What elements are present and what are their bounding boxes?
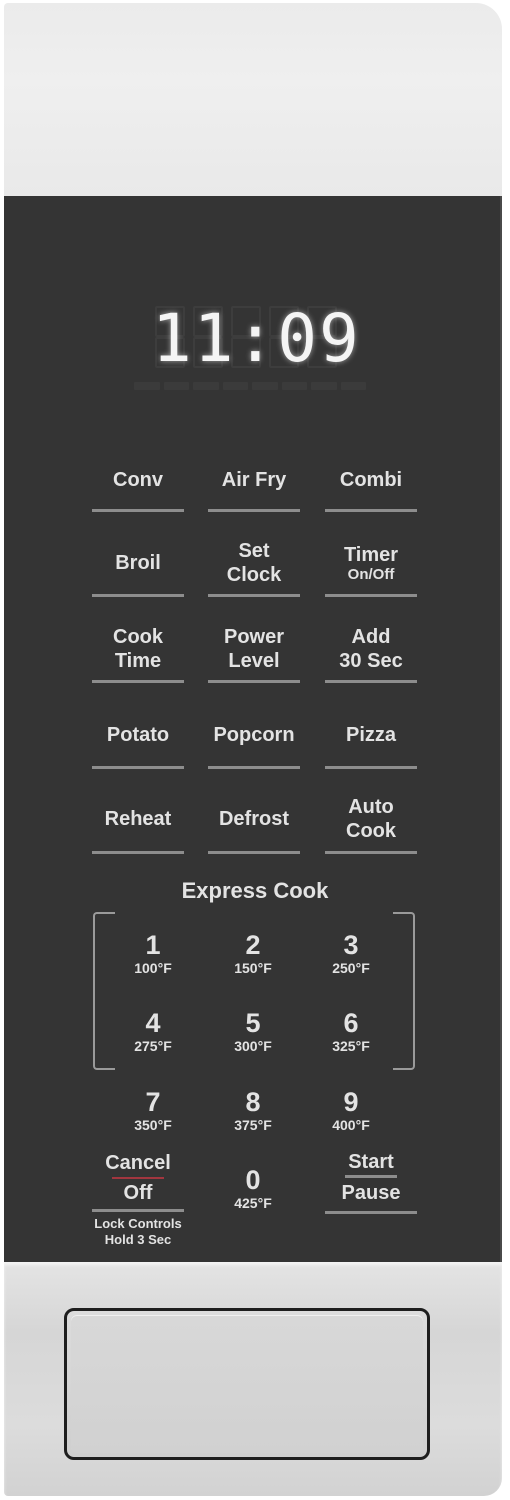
button-underline xyxy=(208,766,300,769)
button-underline xyxy=(208,851,300,854)
door-open-button[interactable] xyxy=(64,1308,430,1460)
indicator xyxy=(222,382,248,390)
cancel-off-button[interactable]: Cancel Off Lock Controls Hold 3 Sec xyxy=(92,1151,184,1248)
microwave-control-panel xyxy=(4,3,502,1496)
lock-hint-line1: Lock Controls xyxy=(94,1216,182,1231)
key-temperature: 300°F xyxy=(234,1038,272,1054)
button-label: Defrost xyxy=(218,808,289,830)
number-key-3[interactable]: 3 250°F xyxy=(306,930,396,976)
button-underline xyxy=(92,594,184,597)
button-underline xyxy=(208,594,300,597)
start-label: Start xyxy=(348,1151,394,1173)
pause-label: Pause xyxy=(341,1182,401,1204)
key-number: 1 xyxy=(145,930,161,960)
button-underline xyxy=(92,509,184,512)
key-number: 6 xyxy=(343,1008,359,1038)
key-number: 4 xyxy=(145,1008,161,1038)
defrost-button[interactable]: Defrost xyxy=(208,0,300,854)
key-number: 0 xyxy=(245,1165,261,1195)
top-trim xyxy=(4,3,502,196)
button-label: Add 30 Sec xyxy=(339,625,403,672)
indicator xyxy=(134,382,160,390)
button-underline xyxy=(92,766,184,769)
number-key-7[interactable]: 7 350°F xyxy=(108,1087,198,1133)
key-number: 2 xyxy=(245,930,261,960)
indicator xyxy=(163,382,189,390)
key-temperature: 375°F xyxy=(234,1117,272,1133)
number-key-8[interactable]: 8 375°F xyxy=(208,1087,298,1133)
indicator-row xyxy=(134,382,366,390)
indicator xyxy=(252,382,278,390)
button-underline xyxy=(325,1211,417,1214)
button-sublabel: On/Off xyxy=(347,565,395,583)
key-number: 5 xyxy=(245,1008,261,1038)
button-label: Air Fry xyxy=(221,468,287,491)
start-pause-button[interactable]: Start Pause xyxy=(325,1150,417,1214)
key-number: 8 xyxy=(245,1087,261,1117)
key-temperature: 275°F xyxy=(134,1038,172,1054)
key-number: 9 xyxy=(343,1087,359,1117)
key-temperature: 100°F xyxy=(134,960,172,976)
number-key-5[interactable]: 5 300°F xyxy=(208,1008,298,1054)
number-key-2[interactable]: 2 150°F xyxy=(208,930,298,976)
button-underline xyxy=(325,594,417,597)
button-underline xyxy=(92,1209,184,1212)
button-label: Auto Cook xyxy=(346,796,396,842)
button-underline xyxy=(325,509,417,512)
button-underline xyxy=(325,851,417,854)
number-key-6[interactable]: 6 325°F xyxy=(306,1008,396,1054)
bottom-trim xyxy=(4,1262,502,1496)
button-underline xyxy=(325,680,417,683)
clock-time: 11:09 xyxy=(152,300,361,377)
number-key-1[interactable]: 1 100°F xyxy=(108,930,198,976)
button-underline xyxy=(92,680,184,683)
start-divider xyxy=(345,1175,397,1178)
button-label: Set Clock xyxy=(226,540,282,586)
key-temperature: 400°F xyxy=(332,1117,370,1133)
cancel-label: Cancel xyxy=(105,1152,171,1174)
button-label: Pizza xyxy=(345,724,397,746)
button-underline xyxy=(208,509,300,512)
button-label: Conv xyxy=(113,468,163,491)
button-label: Potato xyxy=(106,724,170,746)
key-number: 7 xyxy=(145,1087,161,1117)
button-label: Combi xyxy=(339,468,403,491)
lock-controls-hint: Lock Controls Hold 3 Sec xyxy=(92,1216,184,1248)
number-key-0[interactable]: 0 425°F xyxy=(208,1165,298,1211)
key-temperature: 250°F xyxy=(332,960,370,976)
button-label: Broil xyxy=(115,552,161,574)
button-label: Timer xyxy=(343,543,399,566)
led-display: 11:09 xyxy=(152,300,361,377)
key-temperature: 150°F xyxy=(234,960,272,976)
button-label: Popcorn xyxy=(213,724,295,746)
express-cook-title: Express Cook xyxy=(181,878,329,903)
indicator xyxy=(281,382,307,390)
bracket-right xyxy=(393,912,415,1070)
lock-hint-line2: Hold 3 Sec xyxy=(104,1232,172,1247)
button-underline xyxy=(92,851,184,854)
key-temperature: 350°F xyxy=(134,1117,172,1133)
number-key-4[interactable]: 4 275°F xyxy=(108,1008,198,1054)
button-underline xyxy=(208,680,300,683)
button-label: Power Level xyxy=(223,625,285,672)
auto-cook-button[interactable]: Auto Cook xyxy=(325,0,417,854)
key-number: 3 xyxy=(343,930,359,960)
button-underline xyxy=(325,766,417,769)
button-label: Reheat xyxy=(104,808,172,830)
indicator xyxy=(340,382,366,390)
door-open-button-face xyxy=(71,1315,423,1453)
key-temperature: 425°F xyxy=(234,1195,272,1211)
key-temperature: 325°F xyxy=(332,1038,370,1054)
button-label: Cook Time xyxy=(113,625,163,672)
cancel-accent-line xyxy=(112,1177,164,1179)
off-label: Off xyxy=(123,1182,153,1204)
indicator xyxy=(193,382,219,390)
indicator xyxy=(311,382,337,390)
reheat-button[interactable]: Reheat xyxy=(92,0,184,854)
number-key-9[interactable]: 9 400°F xyxy=(306,1087,396,1133)
